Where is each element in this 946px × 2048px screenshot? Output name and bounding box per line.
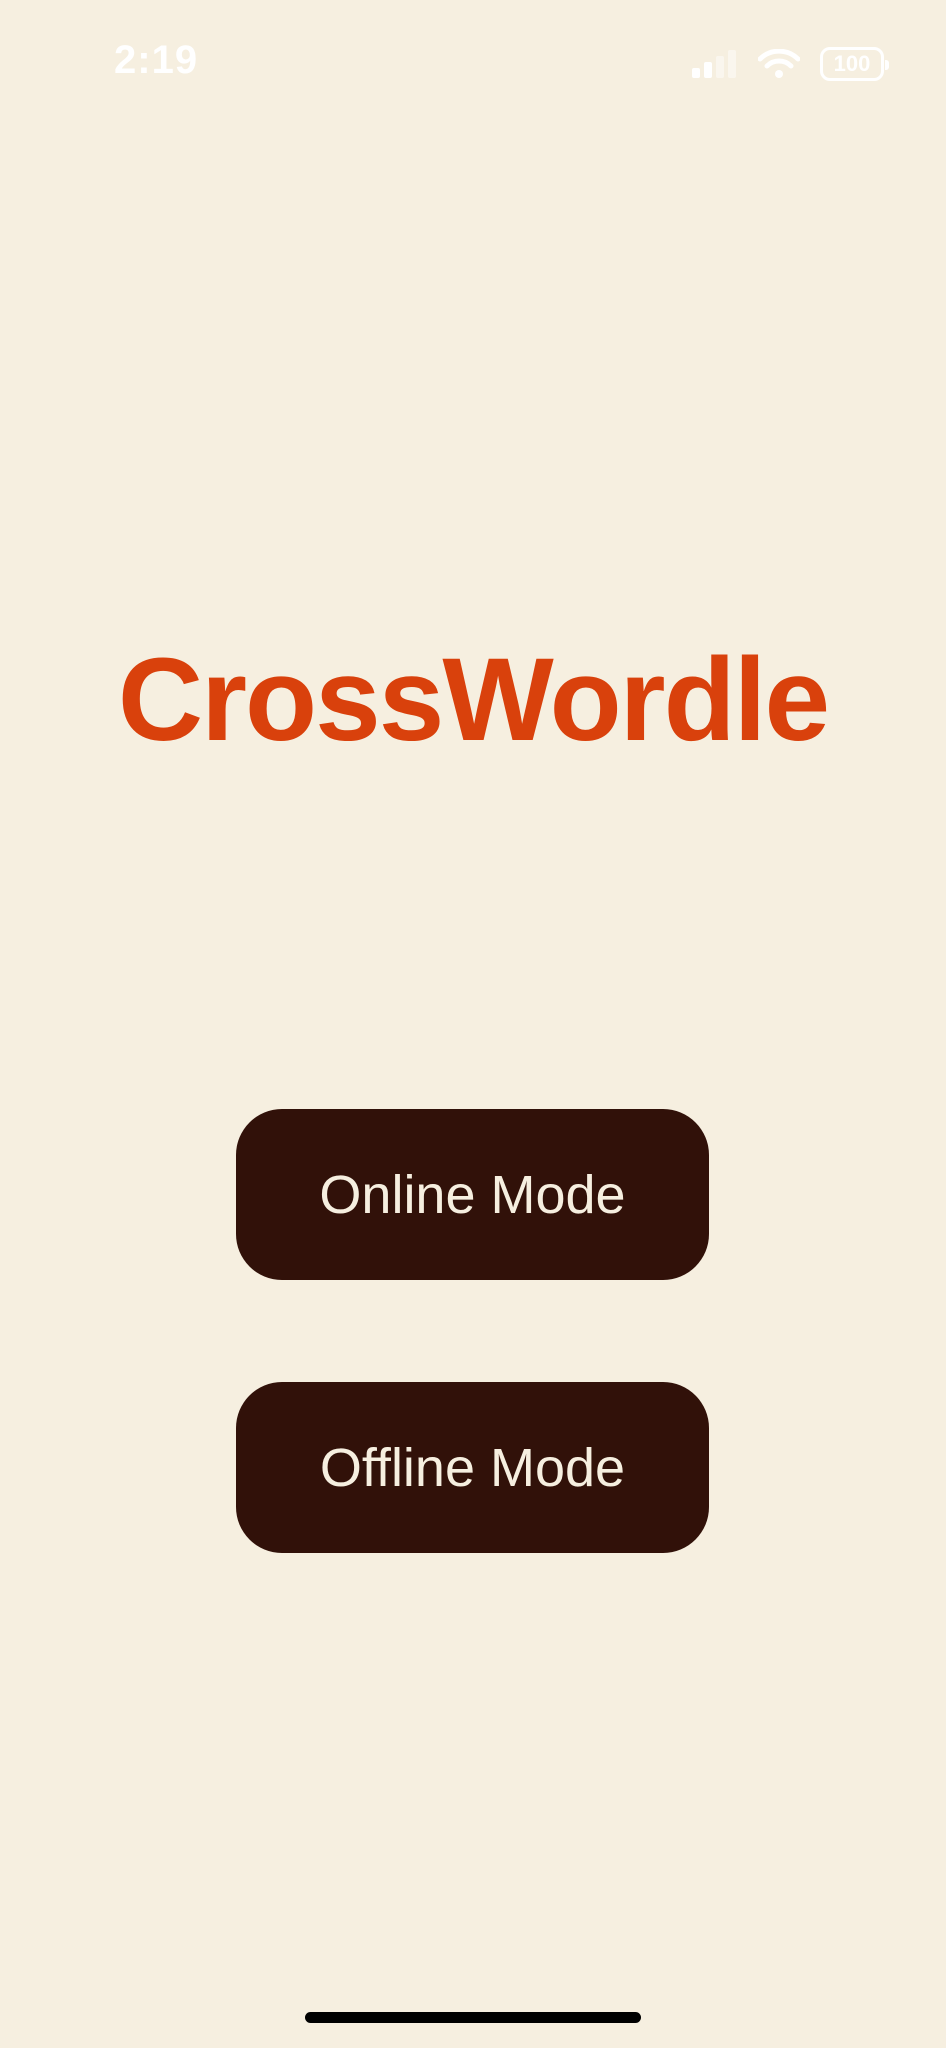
status-time: 2:19 <box>114 38 199 82</box>
status-icons: 100 <box>692 44 889 84</box>
cellular-signal-icon <box>692 50 736 78</box>
battery-level: 100 <box>833 51 871 76</box>
home-indicator[interactable] <box>305 2012 641 2023</box>
wifi-icon <box>758 49 800 78</box>
offline-mode-button[interactable]: Offline Mode <box>236 1382 709 1553</box>
battery-icon: 100 <box>820 47 889 81</box>
online-mode-button[interactable]: Online Mode <box>236 1109 709 1280</box>
status-bar: 2:19 100 <box>0 0 946 110</box>
app-title: CrossWordle <box>117 634 830 766</box>
